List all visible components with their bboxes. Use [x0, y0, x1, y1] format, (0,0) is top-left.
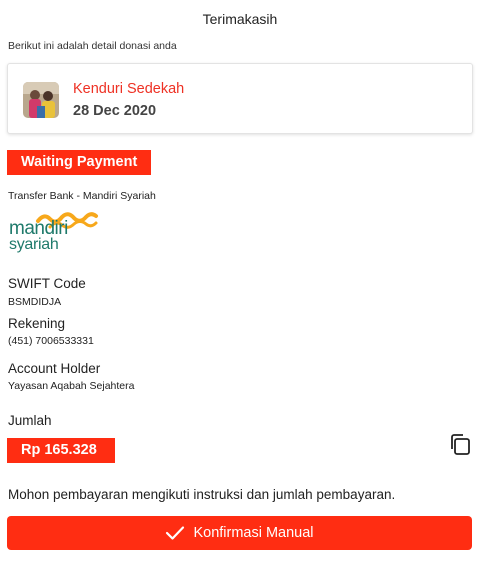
payment-instruction: Mohon pembayaran mengikuti instruksi dan… — [8, 487, 396, 502]
swift-code-value: BSMDIDJA — [8, 296, 62, 308]
campaign-card[interactable]: Kenduri Sedekah 28 Dec 2020 — [7, 63, 473, 134]
amount-label: Jumlah — [8, 413, 52, 428]
campaign-date: 28 Dec 2020 — [73, 103, 157, 119]
swift-code-label: SWIFT Code — [8, 276, 86, 291]
account-holder-value: Yayasan Aqabah Sejahtera — [8, 380, 135, 392]
amount-value: Rp 165.328 — [7, 438, 115, 463]
page-subtitle: Berikut ini adalah detail donasi anda — [8, 40, 177, 52]
status-badge: Waiting Payment — [7, 150, 151, 175]
campaign-thumbnail — [23, 82, 59, 118]
account-holder-label: Account Holder — [8, 361, 101, 376]
bank-logo-word2: syariah — [9, 236, 59, 253]
confirm-manual-label: Konfirmasi Manual — [193, 525, 314, 541]
account-number-value: (451) 7006533331 — [8, 335, 94, 347]
payment-method: Transfer Bank - Mandiri Syariah — [8, 190, 156, 202]
page-title: Terimakasih — [202, 11, 278, 27]
campaign-name: Kenduri Sedekah — [73, 81, 185, 97]
account-number-label: Rekening — [8, 316, 66, 331]
check-icon — [166, 526, 185, 540]
confirm-manual-button[interactable]: Konfirmasi Manual — [7, 516, 472, 550]
copy-icon[interactable] — [448, 432, 474, 458]
